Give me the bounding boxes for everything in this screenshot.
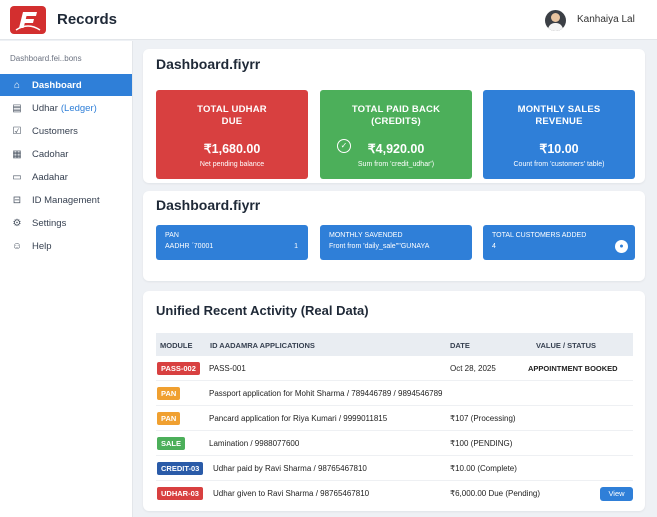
module-badge: SALE (157, 437, 186, 450)
row-value: ₹100 (PENDING) (450, 439, 513, 448)
column-header: MODULE (160, 341, 193, 350)
user-name[interactable]: Kanhaiya Lal (577, 14, 635, 25)
module-badge: PAN (157, 387, 181, 400)
user-icon: ● (615, 240, 628, 253)
sidebar-item-label: Cadohar (32, 148, 69, 160)
module-badge: PASS-002 (157, 362, 200, 375)
sidebar-item-label: Dashboard (32, 79, 82, 91)
row-description: Lamination / 9988077600 (209, 439, 300, 448)
breadcrumb: Dashboard.fei..bons (10, 54, 82, 63)
row-value: ₹6,000.00 Due (Pending) (450, 489, 541, 498)
sidebar-item-cadohar[interactable]: ▦ Cadohar (0, 143, 132, 165)
sidebar-item-dashboard[interactable]: ⌂ Dashboard (0, 74, 132, 96)
sidebar-item-label: Customers (32, 125, 78, 137)
row-value: ₹107 (Processing) (450, 414, 516, 423)
mini-card-detail: Front from 'daily_sale'"'GUNAYA (329, 243, 430, 250)
mini-card-customers: TOTAL CUSTOMERS ADDED 4 ● (483, 225, 635, 260)
table-row[interactable]: PASS-002 PASS-001 Oct 28, 2025 APPOINTME… (156, 356, 633, 381)
activity-section: Unified Recent Activity (Real Data) MODU… (143, 291, 645, 511)
sidebar-item-label: Aadahar (32, 171, 68, 183)
row-description: Passport application for Mohit Sharma / … (209, 389, 443, 398)
table-row[interactable]: SALE Lamination / 9988077600 ₹100 (PENDI… (156, 431, 633, 456)
mini-card-monthly: MONTHLY SAVENDED Front from 'daily_sale'… (320, 225, 472, 260)
stat-card-paid-back: TOTAL PAID BACK (CREDITS) ✓ ₹4,920.00 Su… (320, 90, 472, 179)
gear-icon: ⚙ (12, 217, 22, 229)
column-header: DATE (450, 341, 470, 350)
cadohar-icon: ▦ (12, 148, 22, 160)
secondary-section: Dashboard.fiyrr PAN AADHR ˊ70001 1 MONTH… (143, 191, 645, 281)
sidebar-item-label: Help (32, 240, 52, 252)
sidebar-item-label: Settings (32, 217, 67, 229)
sidebar-item-help[interactable]: ☺ Help (0, 235, 132, 257)
column-header: VALUE / STATUS (536, 341, 596, 350)
table-row[interactable]: PAN Passport application for Mohit Sharm… (156, 381, 633, 406)
stat-subtitle: Net pending balance (199, 161, 265, 168)
column-header: ID AADAMRA APPLICATIONS (210, 341, 315, 350)
sidebar-item-sublabel: (Ledger) (60, 102, 97, 114)
sidebar-item-settings[interactable]: ⚙ Settings (0, 212, 132, 234)
stat-subtitle: Count from 'customers' table) (513, 161, 605, 168)
app-logo-icon[interactable] (10, 6, 46, 34)
ledger-icon: ▤ (12, 102, 22, 114)
stat-card-udhar-due: TOTAL UDHAR DUE ₹1,680.00 Net pending ba… (156, 90, 308, 179)
sidebar-item-id-management[interactable]: ⊟ ID Management (0, 189, 132, 211)
id-card-icon: ▭ (12, 171, 22, 183)
row-description: Udhar given to Ravi Sharma / 98765467810 (213, 489, 370, 498)
row-date: Oct 28, 2025 (450, 364, 496, 373)
stat-value: ₹10.00 (539, 142, 579, 156)
help-icon: ☺ (11, 240, 23, 252)
sidebar: Dashboard.fei..bons ⌂ Dashboard ▤ Udhar … (0, 41, 133, 517)
stat-title: MONTHLY SALES REVENUE (517, 104, 601, 127)
view-button[interactable]: View (600, 487, 633, 501)
stat-title: TOTAL PAID BACK (CREDITS) (351, 104, 441, 127)
stat-card-sales-revenue: MONTHLY SALES REVENUE ₹10.00 Count from … (483, 90, 635, 179)
sidebar-item-label: Udhar (32, 102, 58, 114)
sidebar-item-udhar[interactable]: ▤ Udhar (Ledger) (0, 97, 132, 119)
row-status: APPOINTMENT BOOKED (528, 364, 618, 373)
table-header: MODULE ID AADAMRA APPLICATIONS DATE VALU… (156, 333, 633, 356)
table-row[interactable]: PAN Pancard application for Riya Kumari … (156, 406, 633, 431)
sidebar-item-label: ID Management (32, 194, 100, 206)
stat-value: ₹4,920.00 (367, 142, 425, 156)
sidebar-item-customers[interactable]: ☑ Customers (0, 120, 132, 142)
mini-card-detail: AADHR ˊ70001 (165, 243, 214, 250)
mini-card-count: 1 (294, 243, 298, 250)
row-value: ₹10.00 (Complete) (450, 464, 517, 473)
mini-card-title: PAN (165, 232, 179, 239)
top-bar: Records Kanhaiya Lal (0, 0, 657, 40)
app-title: Records (57, 11, 118, 28)
module-badge: PAN (157, 412, 181, 425)
id-management-icon: ⊟ (12, 194, 22, 206)
home-icon: ⌂ (13, 79, 21, 91)
mini-card-title: MONTHLY SAVENDED (329, 232, 403, 239)
mini-card-detail: 4 (492, 243, 496, 250)
row-description: PASS-001 (209, 364, 246, 373)
section-title: Dashboard.fiyrr (156, 56, 261, 72)
table-row[interactable]: UDHAR-03 Udhar given to Ravi Sharma / 98… (156, 481, 633, 506)
mini-card-title: TOTAL CUSTOMERS ADDED (492, 232, 587, 239)
table-row[interactable]: CREDIT-03 Udhar paid by Ravi Sharma / 98… (156, 456, 633, 481)
stat-title: TOTAL UDHAR DUE (197, 104, 267, 127)
module-badge: CREDIT-03 (157, 462, 204, 475)
avatar[interactable] (545, 10, 566, 31)
row-description: Udhar paid by Ravi Sharma / 98765467810 (213, 464, 367, 473)
mini-card-pan: PAN AADHR ˊ70001 1 (156, 225, 308, 260)
customers-icon: ☑ (12, 125, 22, 137)
stat-value: ₹1,680.00 (203, 142, 261, 156)
section-title: Dashboard.fiyrr (156, 197, 261, 213)
section-title: Unified Recent Activity (Real Data) (156, 303, 369, 318)
row-description: Pancard application for Riya Kumari / 99… (209, 414, 388, 423)
summary-section: Dashboard.fiyrr TOTAL UDHAR DUE ₹1,680.0… (143, 49, 645, 183)
module-badge: UDHAR-03 (157, 487, 203, 500)
stat-subtitle: Sum from 'credit_udhar') (357, 161, 435, 168)
sidebar-item-aadahar[interactable]: ▭ Aadahar (0, 166, 132, 188)
